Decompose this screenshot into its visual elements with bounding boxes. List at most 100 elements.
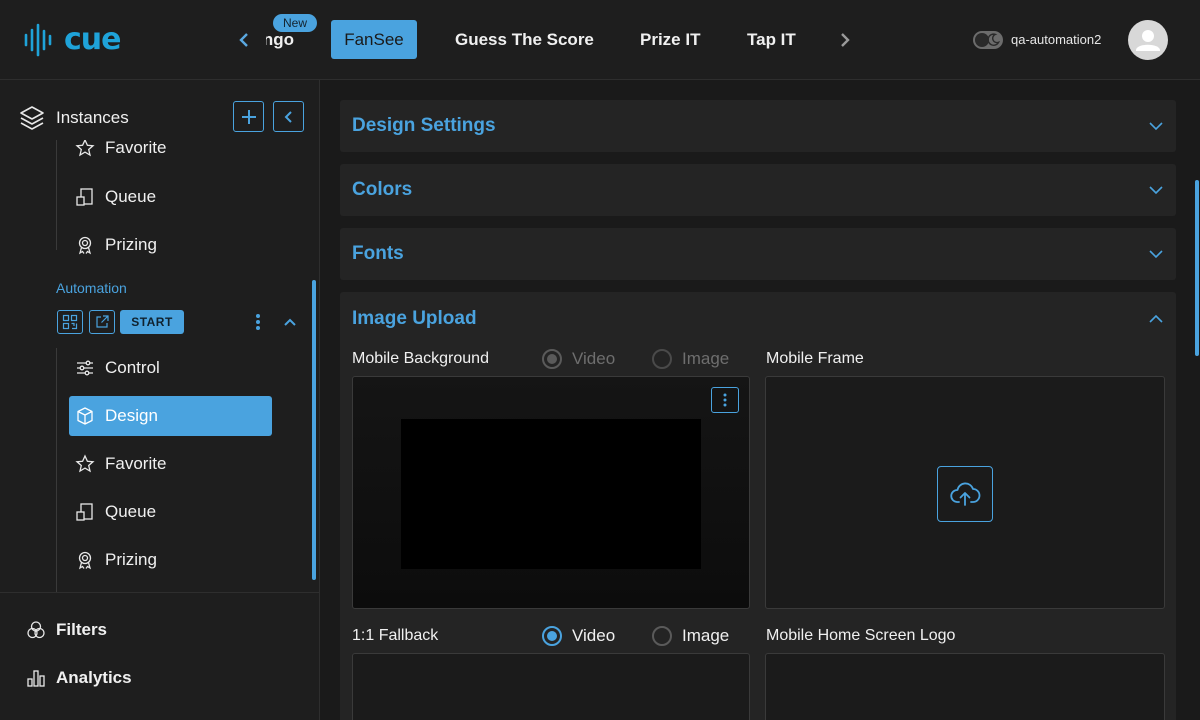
- sidebar-item-label: Prizing: [105, 235, 157, 254]
- chevron-down-icon: [1149, 186, 1163, 195]
- tab-tap-it[interactable]: Tap IT: [747, 30, 796, 50]
- sidebar-item-control[interactable]: Control: [69, 348, 272, 388]
- avatar[interactable]: [1128, 20, 1168, 60]
- sidebar-item-design[interactable]: Design: [69, 396, 272, 436]
- media-menu-button[interactable]: [711, 387, 739, 413]
- analytics-icon: [27, 670, 45, 687]
- chevron-up-icon[interactable]: [1148, 311, 1164, 327]
- tab-fansee[interactable]: FanSee: [331, 20, 417, 59]
- upload-button[interactable]: [937, 466, 993, 522]
- accordion-colors[interactable]: Colors: [340, 164, 1176, 216]
- user-icon: [1136, 30, 1160, 51]
- sidebar-item-label: Favorite: [105, 140, 167, 157]
- mobile-background-video-radio[interactable]: Video: [542, 349, 615, 369]
- main-scrollbar[interactable]: [1195, 180, 1199, 356]
- queue-icon: [76, 188, 93, 206]
- kebab-icon: [723, 393, 727, 407]
- theme-toggle[interactable]: [973, 31, 1003, 49]
- fallback-image-radio[interactable]: Image: [652, 626, 729, 646]
- tree-line: [56, 140, 57, 250]
- tab-bingo[interactable]: Bingo: [266, 30, 294, 50]
- sidebar-item-favorite[interactable]: Favorite: [69, 140, 272, 168]
- box-icon: [77, 407, 93, 425]
- tabs-scroll-right-button[interactable]: [833, 28, 857, 52]
- sidebar-item-queue[interactable]: Queue: [69, 492, 272, 532]
- cloud-upload-icon: [950, 482, 981, 506]
- waveform-icon: [24, 23, 52, 57]
- group-menu-button[interactable]: [250, 310, 266, 334]
- tree-line: [56, 348, 57, 592]
- sliders-icon: [77, 360, 93, 376]
- sidebar-item-label: Analytics: [56, 668, 132, 687]
- sidebar-divider: [0, 592, 319, 593]
- chevron-left-icon: [239, 33, 248, 47]
- mobile-background-dropzone[interactable]: [352, 376, 750, 609]
- sidebar-item-label: Favorite: [105, 454, 167, 473]
- sidebar-item-label: Control: [105, 358, 160, 377]
- start-button[interactable]: START: [120, 310, 184, 334]
- radio-circle: [652, 626, 672, 646]
- sidebar-item-prizing[interactable]: Prizing: [69, 225, 272, 265]
- award-icon: [78, 551, 92, 570]
- accordion-title[interactable]: Image Upload: [352, 308, 477, 330]
- home-logo-dropzone[interactable]: [765, 653, 1165, 720]
- chevron-up-icon: [284, 318, 296, 326]
- fallback-video-radio[interactable]: Video: [542, 626, 615, 646]
- moon-icon: [987, 33, 1000, 46]
- mobile-frame-label: Mobile Frame: [766, 350, 864, 367]
- username: qa-automation2: [1011, 32, 1102, 47]
- mobile-background-image-radio[interactable]: Image: [652, 349, 729, 369]
- instances-title: Instances: [56, 108, 129, 127]
- add-instance-button[interactable]: [233, 101, 264, 132]
- kebab-icon: [256, 314, 260, 330]
- accordion-title: Design Settings: [352, 115, 496, 136]
- radio-circle: [652, 349, 672, 369]
- qr-code-icon: [62, 314, 78, 330]
- star-icon: [75, 140, 95, 157]
- chevron-down-icon: [1149, 122, 1163, 131]
- radio-circle: [542, 626, 562, 646]
- open-external-button[interactable]: [89, 310, 115, 334]
- sidebar-item-label: Queue: [105, 187, 157, 206]
- mobile-background-label: Mobile Background: [352, 350, 489, 367]
- radio-label: Image: [682, 626, 730, 645]
- sidebar-item-label: Queue: [105, 502, 157, 521]
- accordion-fonts[interactable]: Fonts: [340, 228, 1176, 280]
- cue-logo[interactable]: cue: [22, 22, 121, 58]
- sidebar-item-prizing[interactable]: Prizing: [69, 540, 272, 580]
- home-logo-label: Mobile Home Screen Logo: [766, 627, 956, 644]
- video-preview: [401, 419, 701, 569]
- automation-group-title: Automation: [56, 280, 127, 296]
- instances-list[interactable]: Favorite Queue Prizing Automation START …: [0, 140, 320, 592]
- sidebar-item-favorite[interactable]: Favorite: [69, 444, 272, 484]
- sidebar-item-label: Filters: [56, 620, 108, 639]
- chevron-down-icon: [1149, 250, 1163, 259]
- accordion-title: Colors: [352, 179, 413, 200]
- collapse-group-button[interactable]: [280, 310, 300, 334]
- filters-icon: [27, 621, 45, 639]
- image-upload-panel: Image Upload Mobile Background Video Ima…: [340, 292, 1176, 720]
- fallback-dropzone[interactable]: [352, 653, 750, 720]
- chevron-left-icon: [284, 110, 292, 123]
- tab-guess-the-score[interactable]: Guess The Score: [455, 30, 594, 50]
- radio-label: Video: [572, 349, 616, 368]
- mobile-frame-dropzone[interactable]: [765, 376, 1165, 609]
- accordion-title: Fonts: [352, 243, 404, 264]
- new-badge: New: [273, 14, 317, 32]
- accordion-design-settings[interactable]: Design Settings: [340, 100, 1176, 152]
- top-header: cue Bingo New FanSee Guess The Score Pri…: [0, 0, 1200, 80]
- plus-icon: [241, 109, 256, 124]
- sidebar-item-analytics[interactable]: Analytics: [26, 668, 132, 688]
- sidebar-item-queue[interactable]: Queue: [69, 177, 272, 217]
- award-icon: [78, 236, 92, 255]
- sidebar-item-filters[interactable]: Filters: [26, 620, 107, 640]
- sidebar-item-label: Prizing: [105, 550, 157, 569]
- tabs-scroll-left-button[interactable]: [232, 28, 256, 52]
- qr-code-button[interactable]: [57, 310, 83, 334]
- logo-text: cue: [64, 22, 121, 57]
- collapse-sidebar-button[interactable]: [273, 101, 304, 132]
- radio-label: Video: [572, 626, 616, 645]
- main-content: Design Settings Colors Fonts Image Uploa…: [321, 80, 1200, 720]
- tab-prize-it[interactable]: Prize IT: [640, 30, 700, 50]
- sidebar-scrollbar[interactable]: [312, 280, 316, 580]
